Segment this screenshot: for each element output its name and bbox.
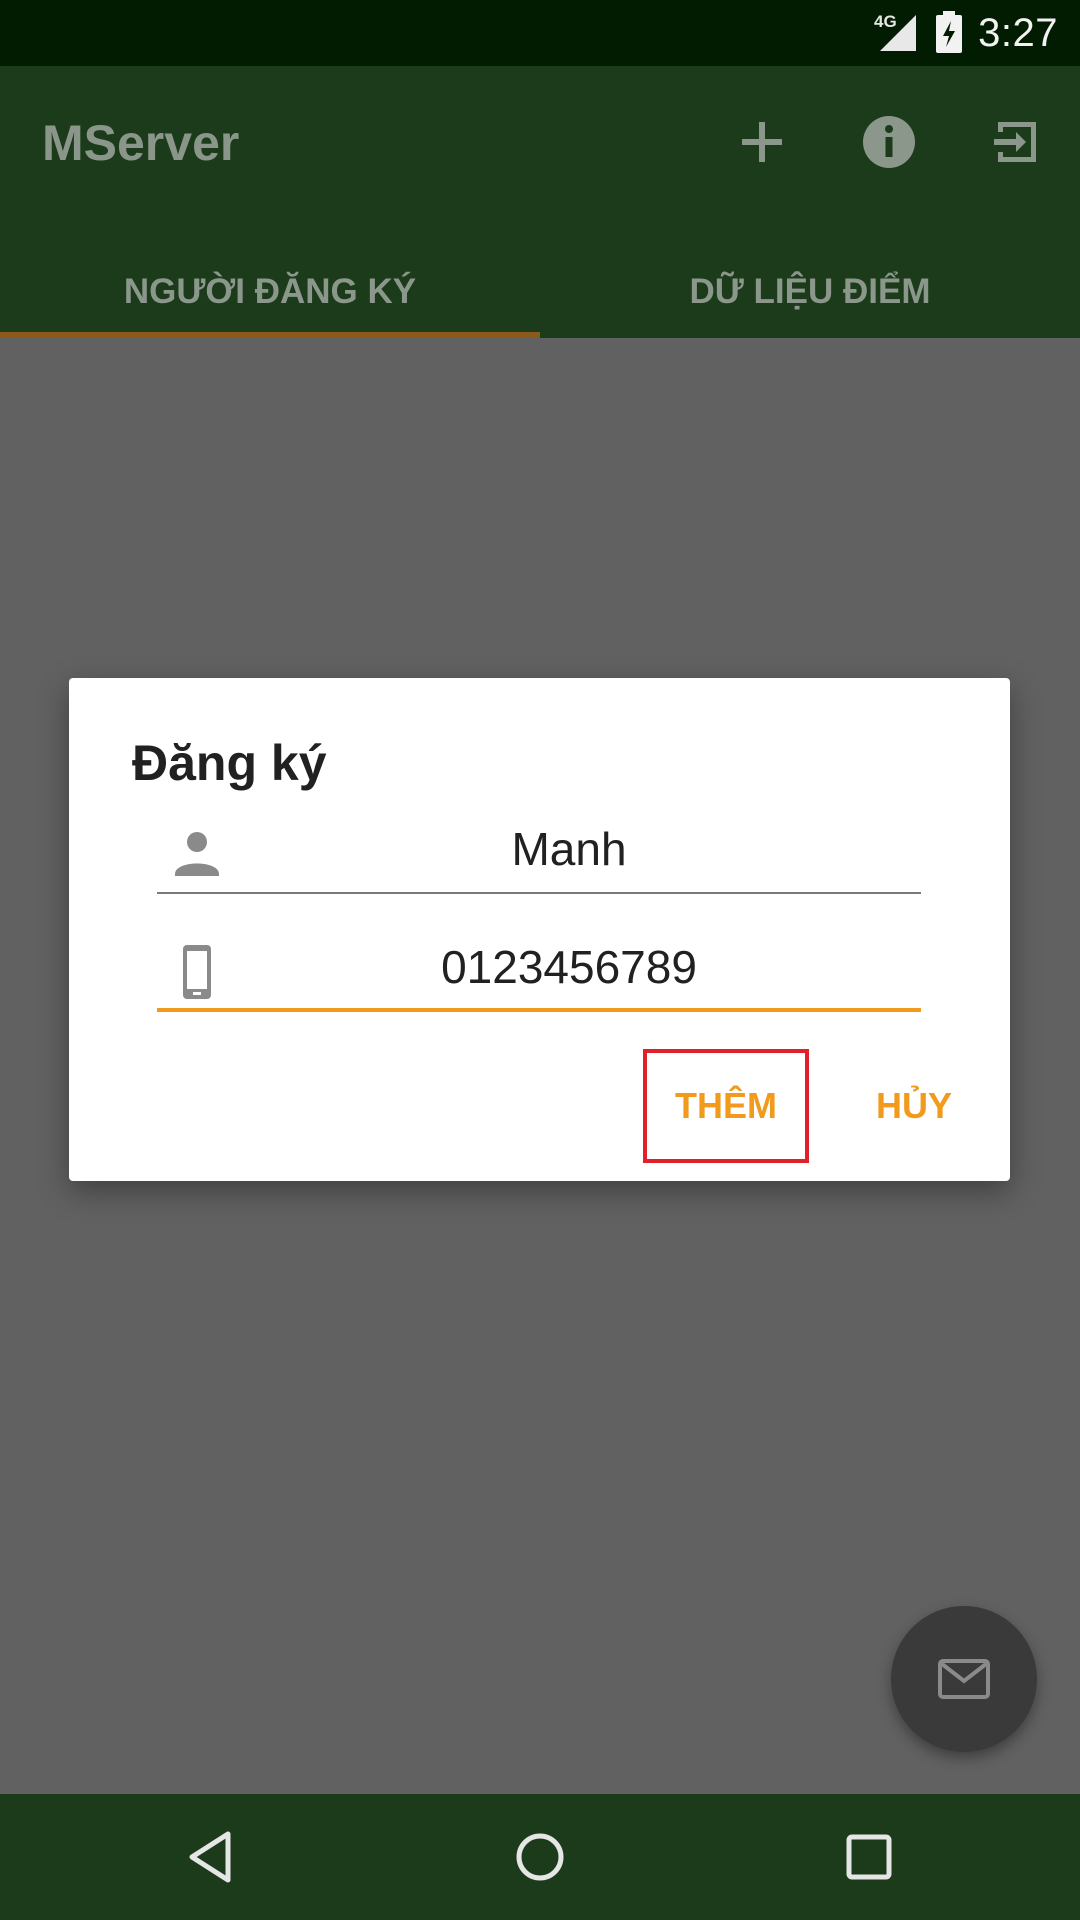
app-bar: MServer NGƯỜI ĐĂNG KÝ DỮ LIỆU ĐIỂM xyxy=(0,66,1080,338)
home-icon xyxy=(516,1833,564,1881)
battery-charging-icon xyxy=(936,11,963,53)
navigation-bar xyxy=(0,1794,1080,1920)
phone-input[interactable]: 0123456789 xyxy=(217,940,921,994)
plus-icon xyxy=(742,122,782,162)
dialog-title: Đăng ký xyxy=(132,735,327,791)
register-dialog: Đăng ký Manh 0123456789 THÊM HỦY xyxy=(69,678,1010,1181)
cancel-button[interactable]: HỦY xyxy=(829,1049,999,1163)
tab-registered-users[interactable]: NGƯỜI ĐĂNG KÝ xyxy=(0,246,540,338)
app-title: MServer xyxy=(42,115,240,171)
home-button[interactable] xyxy=(505,1822,575,1892)
add-button-dialog[interactable]: THÊM xyxy=(643,1049,809,1163)
name-field-underline xyxy=(157,892,921,894)
info-icon xyxy=(863,116,915,168)
mail-fab[interactable] xyxy=(891,1606,1037,1752)
exit-button[interactable] xyxy=(976,102,1056,182)
status-bar: 4G 3:27 xyxy=(0,0,1080,66)
signal-icon xyxy=(880,15,917,51)
tab-score-data[interactable]: DỮ LIỆU ĐIỂM xyxy=(540,246,1080,338)
name-input[interactable]: Manh xyxy=(217,822,921,876)
clock: 3:27 xyxy=(978,10,1058,55)
exit-icon xyxy=(994,122,1036,162)
name-field[interactable]: Manh xyxy=(157,814,921,894)
info-button[interactable] xyxy=(849,102,929,182)
mail-icon xyxy=(938,1659,990,1699)
add-button[interactable] xyxy=(722,102,802,182)
recents-button[interactable] xyxy=(834,1822,904,1892)
phone-field-underline xyxy=(157,1008,921,1012)
back-button[interactable] xyxy=(176,1822,246,1892)
recents-icon xyxy=(846,1834,892,1880)
phone-field[interactable]: 0123456789 xyxy=(157,932,921,1012)
back-icon xyxy=(189,1831,231,1883)
